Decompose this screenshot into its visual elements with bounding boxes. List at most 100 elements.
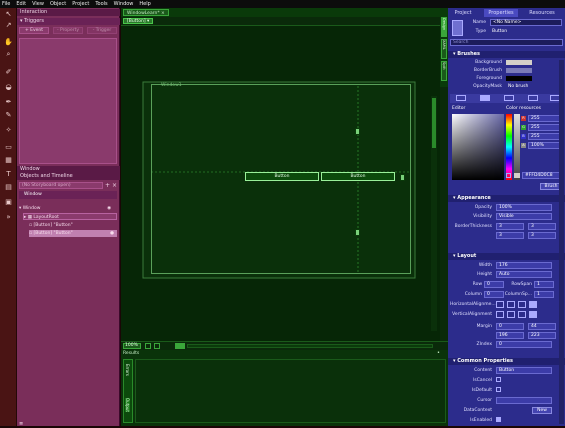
pencil-icon[interactable]: ✎ (3, 111, 14, 120)
tab-xaml[interactable]: XAML (441, 39, 447, 59)
tab-design[interactable]: Design (441, 17, 447, 37)
brushes-section[interactable]: ▾ Brushes (448, 51, 565, 58)
tab-split[interactable]: Split (441, 61, 447, 81)
rectangle-icon[interactable]: ▭ (3, 143, 14, 152)
hex-input[interactable]: #FFD4D0C8 (522, 172, 562, 179)
align-stretch-icon[interactable] (529, 301, 537, 308)
camera-icon[interactable]: ▣ (3, 198, 14, 207)
foreground-swatch[interactable] (506, 76, 532, 81)
layout-section[interactable]: ▾ Layout (448, 253, 565, 260)
eye-icon[interactable]: ◉ (107, 205, 111, 212)
new-datacontext-button[interactable]: New (532, 407, 552, 414)
canvas-button-2[interactable]: Button (321, 172, 395, 181)
menu-object[interactable]: Object (50, 1, 66, 7)
brush-background[interactable]: Background (452, 60, 502, 65)
align-bottom-icon[interactable] (518, 311, 526, 318)
tree-row-button1[interactable]: ▫ [Button] "Button" (29, 222, 117, 229)
width-input[interactable]: 176 (496, 262, 552, 269)
border-bottom-input[interactable]: 3 (528, 232, 556, 239)
properties-scrollbar[interactable] (559, 60, 564, 424)
menu-file[interactable]: File (2, 1, 10, 7)
pen-icon[interactable]: ✒ (3, 98, 14, 107)
align-top-icon[interactable] (496, 311, 504, 318)
eyedropper-icon[interactable]: ✐ (3, 68, 14, 77)
columnspan-input[interactable]: 1 (534, 291, 554, 298)
height-input[interactable]: Auto (496, 271, 552, 278)
resize-handle-right[interactable] (400, 174, 405, 181)
borderbrush-swatch[interactable] (506, 68, 532, 73)
remove-property-button[interactable]: - Property (53, 27, 83, 34)
resize-handle-top[interactable] (355, 128, 360, 135)
textblock-icon[interactable]: ▤ (3, 183, 14, 192)
name-input[interactable]: <No Name> (490, 19, 562, 26)
isenabled-checkbox[interactable] (496, 417, 501, 422)
tab-errors[interactable]: Errors (125, 364, 130, 376)
align-right-icon[interactable] (518, 301, 526, 308)
tree-row-button2[interactable]: ▫ [Button] "Button" ● (29, 230, 117, 237)
pin-icon[interactable]: • (437, 350, 440, 356)
common-properties-section[interactable]: ▾ Common Properties (448, 358, 565, 365)
document-tab[interactable]: WindowLearn* × (123, 9, 169, 16)
menu-tools[interactable]: Tools (95, 1, 107, 7)
pointer-icon[interactable]: ↖ (3, 10, 14, 19)
tree-row-layoutroot[interactable]: ▸ ▦ LayoutRoot (23, 213, 117, 220)
cursor-select[interactable] (496, 397, 552, 404)
appearance-section[interactable]: ▾ Appearance (448, 195, 565, 202)
add-event-button[interactable]: + Event (19, 27, 49, 34)
lock-icon[interactable]: ● (110, 230, 114, 237)
objects-root[interactable]: Window (19, 191, 117, 199)
menu-view[interactable]: View (32, 1, 44, 7)
rgba-a-input[interactable]: 100% (528, 142, 562, 149)
property-search[interactable]: Search (450, 39, 563, 46)
pan-icon[interactable]: ✋ (3, 38, 14, 47)
grid-toggle-icon[interactable] (145, 343, 151, 349)
margin-top-input[interactable]: 44 (528, 323, 556, 330)
isdefault-checkbox[interactable] (496, 387, 501, 392)
assets-icon[interactable]: » (3, 213, 14, 222)
text-icon[interactable]: T (3, 170, 14, 179)
menu-help[interactable]: Help (139, 1, 150, 7)
triggers-header[interactable]: ▾ Triggers (17, 18, 120, 25)
column-input[interactable]: 0 (484, 291, 504, 298)
solid-brush-icon[interactable] (480, 95, 490, 101)
tree-row-window[interactable]: ▾ Window ◉ (19, 205, 117, 212)
alpha-slider[interactable] (514, 114, 520, 180)
tile-brush-icon[interactable] (528, 95, 538, 101)
add-storyboard-icon[interactable]: + (105, 182, 111, 189)
margin-right-input[interactable]: 196 (496, 332, 524, 339)
new-item-icon[interactable]: ≣ (19, 421, 27, 428)
iscancel-checkbox[interactable] (496, 377, 501, 382)
color-picker-field[interactable] (452, 114, 504, 180)
margin-bottom-input[interactable]: 223 (528, 332, 556, 339)
align-vstretch-icon[interactable] (529, 311, 537, 318)
content-input[interactable]: Button (496, 367, 552, 374)
eyedropper-icon[interactable] (506, 173, 511, 178)
brush-transform-icon[interactable]: ✧ (3, 126, 14, 135)
direct-select-icon[interactable]: ↗ (3, 21, 14, 30)
align-center-icon[interactable] (507, 301, 515, 308)
vertical-scrollbar[interactable] (431, 96, 437, 331)
rowspan-input[interactable]: 1 (534, 281, 554, 288)
gradient-brush-icon[interactable] (504, 95, 514, 101)
menu-window[interactable]: Window (114, 1, 134, 7)
rgba-g-input[interactable]: 255 (528, 124, 562, 131)
tab-output[interactable]: Output (125, 398, 130, 412)
no-brush-icon[interactable] (456, 95, 466, 101)
color-resources-label[interactable]: Color resources (506, 106, 541, 111)
zindex-input[interactable]: 0 (496, 341, 552, 348)
menu-edit[interactable]: Edit (16, 1, 26, 7)
menu-project[interactable]: Project (72, 1, 89, 7)
align-middle-icon[interactable] (507, 311, 515, 318)
align-left-icon[interactable] (496, 301, 504, 308)
border-left-input[interactable]: 3 (496, 223, 524, 230)
hue-slider[interactable] (506, 114, 512, 180)
canvas-button-1[interactable]: Button (245, 172, 319, 181)
rgba-r-input[interactable]: 255 (528, 115, 562, 122)
opacity-input[interactable]: 100% (496, 204, 552, 211)
visibility-select[interactable]: Visible (496, 213, 552, 220)
border-right-input[interactable]: 3 (496, 232, 524, 239)
snap-toggle-icon[interactable] (154, 343, 160, 349)
tab-properties[interactable]: Properties (484, 9, 518, 17)
zoom-input[interactable]: 100% (123, 343, 141, 349)
breadcrumb-item[interactable]: [Button] ▾ (123, 18, 154, 24)
